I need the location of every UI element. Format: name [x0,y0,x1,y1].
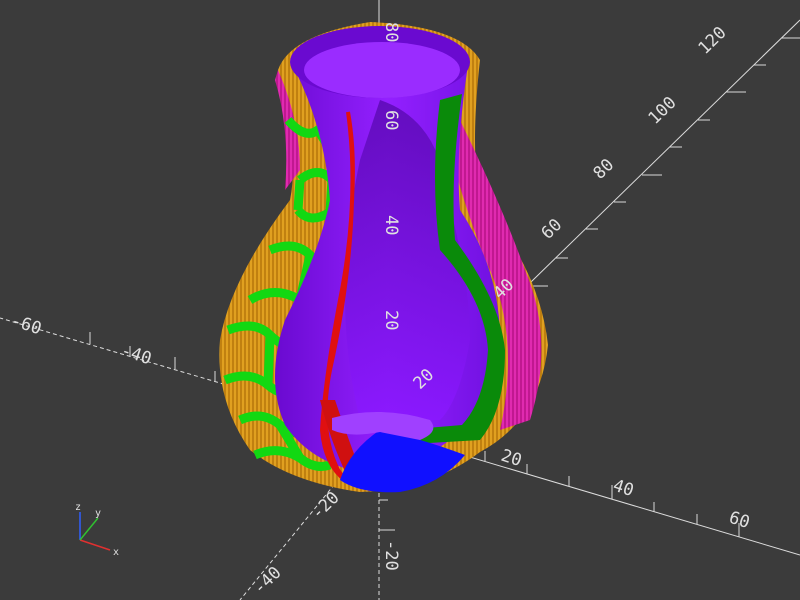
3d-viewport[interactable]: 80 60 40 20 -20 -60 -40 20 40 60 20 40 6… [0,0,800,600]
vase-opening-inner [304,42,460,98]
z-label-20: 20 [381,310,401,330]
z-label-80: 80 [381,22,401,42]
z-label-40: 40 [381,215,401,235]
gizmo-y-label: y [95,508,101,519]
gizmo-x-label: x [113,547,119,558]
z-label-neg20: -20 [381,540,401,571]
gizmo-z-label: z [75,502,81,513]
z-label-60: 60 [381,110,401,130]
